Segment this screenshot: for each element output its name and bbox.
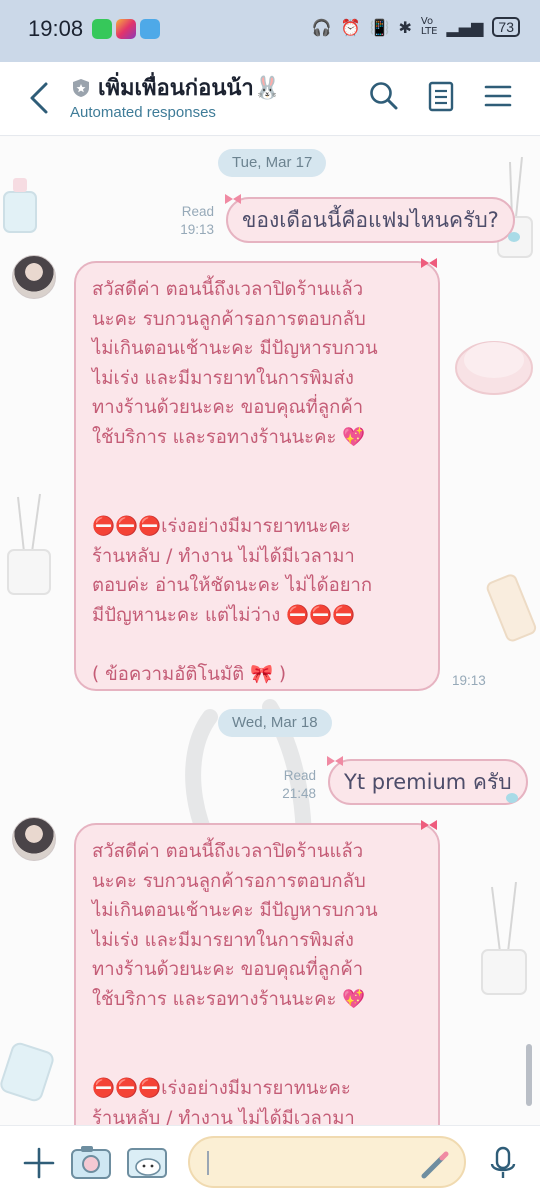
message-time: 19:13 (452, 673, 486, 688)
bubble-droplet-decoration (506, 793, 518, 803)
status-indicators: 🎧 ⏰ 📳 ✱ Vo LTE ▂▄▆ 73 (312, 17, 520, 37)
wallpaper-diffuser-icon (481, 882, 527, 995)
chat-title: เพิ่มเพื่อนก่อนน้า🐰 (98, 76, 282, 101)
message-text: สวัสดีค่า ตอนนี้ถึงเวลาปิดร้านแล้ว นะคะ … (92, 279, 378, 448)
bubble-bow-decoration (421, 258, 437, 268)
avatar[interactable] (12, 255, 56, 299)
alarm-icon: ⏰ (340, 17, 361, 37)
chat-scrollbar[interactable] (526, 1044, 532, 1106)
notes-icon[interactable] (423, 78, 459, 114)
wallpaper-bottle-icon (0, 1042, 54, 1102)
incoming-message-bubble[interactable]: สวัสดีค่า ตอนนี้ถึงเวลาปิดร้านแล้ว นะคะ … (74, 261, 440, 691)
gallery-icon[interactable] (124, 1140, 170, 1186)
headphones-icon: 🎧 (311, 17, 332, 37)
message-text: ( ข้อความอัติโนมัติ 🎀 ) (92, 664, 287, 685)
mic-icon[interactable] (480, 1140, 526, 1186)
wallpaper-tube-icon (486, 574, 537, 642)
battery-level: 73 (492, 17, 520, 37)
wallpaper-compact-icon (455, 341, 533, 395)
instagram-app-icon (116, 19, 136, 39)
wallpaper-diffuser-icon (7, 493, 51, 595)
chat-subtitle: Automated responses (70, 104, 216, 121)
pen-icon[interactable] (420, 1150, 450, 1180)
chat-title-row[interactable]: เพิ่มเพื่อนก่อนน้า🐰 (70, 70, 281, 105)
date-separator: Wed, Mar 18 (218, 709, 332, 737)
vibrate-icon: 📳 (369, 17, 390, 37)
bubble-droplet-decoration (508, 232, 520, 242)
bubble-bow-decoration (327, 756, 343, 766)
chat-messages[interactable]: Tue, Mar 17 Read 19:13 ของเดือนนี้คือแฟม… (0, 137, 540, 1125)
message-text: ⛔⛔⛔เร่งอย่างมีมารยาทนะคะ ร้านหลับ / ทำงา… (92, 516, 373, 626)
bubble-bow-decoration (421, 820, 437, 830)
message-time: 19:13 (180, 222, 214, 237)
wallpaper-bottle-icon (3, 178, 37, 233)
outgoing-message-bubble[interactable]: Yt premium ครับ (328, 759, 528, 805)
read-receipt: Read (283, 768, 316, 783)
incoming-message-bubble[interactable]: สวัสดีค่า ตอนนี้ถึงเวลาปิดร้านแล้ว นะคะ … (74, 823, 440, 1125)
bubble-bow-decoration (225, 194, 241, 204)
message-text: สวัสดีค่า ตอนนี้ถึงเวลาปิดร้านแล้ว นะคะ … (92, 841, 378, 1010)
avatar[interactable] (12, 817, 56, 861)
search-icon[interactable] (366, 78, 402, 114)
volte-icon: Vo LTE (420, 16, 438, 37)
bluetooth-icon: ✱ (398, 17, 412, 37)
status-time: 19:08 (28, 16, 84, 41)
message-time: 21:48 (282, 786, 316, 801)
read-receipt: Read (181, 204, 214, 219)
camera-icon[interactable] (68, 1140, 114, 1186)
shield-icon (73, 78, 89, 97)
outgoing-message-bubble[interactable]: ของเดือนนี้คือแฟมไหนครับ? (226, 197, 515, 243)
status-bar: 19:08 🎧 ⏰ 📳 ✱ Vo LTE ▂▄▆ 73 (0, 0, 540, 62)
message-text: ⛔⛔⛔เร่งอย่างมีมารยาทนะคะ ร้านหลับ / ทำงา… (92, 1078, 355, 1125)
weather-app-icon (140, 19, 160, 39)
chat-header: เพิ่มเพื่อนก่อนน้า🐰 Automated responses (0, 62, 540, 136)
message-input-bar (0, 1125, 540, 1200)
message-meta: Read 19:13 (170, 203, 214, 239)
signal-icon: ▂▄▆ (446, 17, 484, 37)
line-app-icon (92, 19, 112, 39)
date-separator: Tue, Mar 17 (218, 149, 327, 177)
plus-icon[interactable] (16, 1140, 62, 1186)
menu-icon[interactable] (480, 78, 516, 114)
back-icon[interactable] (20, 76, 60, 120)
message-meta: Read 21:48 (272, 767, 316, 803)
text-caret (207, 1151, 209, 1175)
